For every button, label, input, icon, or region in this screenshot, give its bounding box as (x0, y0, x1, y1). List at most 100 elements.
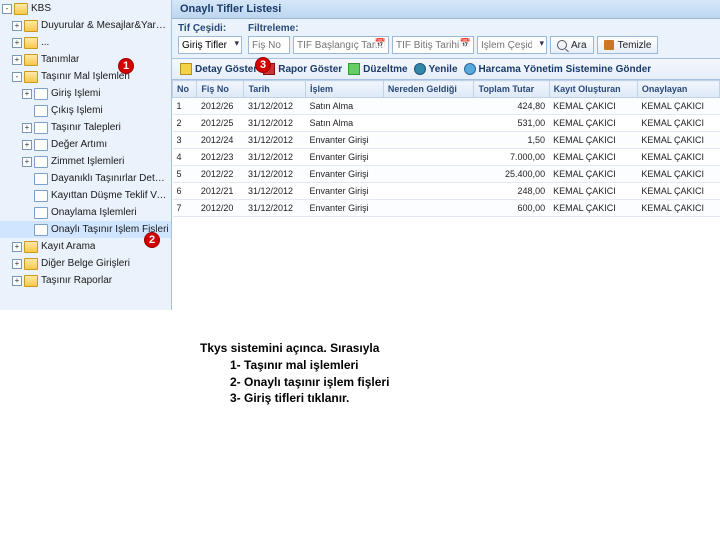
table-row[interactable]: 72012/2031/12/2012Envanter Girişi600,00K… (173, 200, 720, 217)
tree-node[interactable]: -KBS (0, 0, 171, 17)
table-row[interactable]: 52012/2231/12/2012Envanter Girişi25.400,… (173, 166, 720, 183)
table-row[interactable]: 22012/2531/12/2012Satın Alma531,00KEMAL … (173, 115, 720, 132)
tree-node[interactable]: +Değer Artımı (0, 136, 171, 153)
search-button-label: Ara (571, 40, 587, 51)
folder-icon (24, 54, 38, 66)
column-header[interactable]: Toplam Tutar (474, 81, 549, 98)
tree-node[interactable]: Çıkış İşlemi (0, 102, 171, 119)
table-row[interactable]: 32012/2431/12/2012Envanter Girişi1,50KEM… (173, 132, 720, 149)
detail-label: Detay Göster (195, 64, 257, 75)
refresh-button[interactable]: Yenile (414, 63, 458, 75)
edit-button[interactable]: Düzeltme (348, 63, 407, 75)
search-button[interactable]: Ara (550, 36, 594, 54)
expand-icon[interactable]: + (22, 123, 32, 133)
folder-icon (24, 37, 38, 49)
cell: 2012/22 (197, 166, 244, 183)
cell: KEMAL ÇAKICI (637, 98, 719, 115)
start-date-input[interactable] (293, 36, 389, 54)
cell (383, 132, 474, 149)
cell (383, 200, 474, 217)
clear-button[interactable]: Temizle (597, 36, 659, 54)
spacer (22, 225, 32, 235)
spacer (22, 174, 32, 184)
page-icon (34, 173, 48, 185)
folder-icon (24, 71, 38, 83)
tree-node[interactable]: +Duyurular & Mesajlar&Yardım (0, 17, 171, 34)
send-button[interactable]: Harcama Yönetim Sistemine Gönder (464, 63, 652, 75)
folder-icon (24, 241, 38, 253)
expand-icon[interactable]: + (12, 38, 22, 48)
tree-node[interactable]: Onaylama İşlemleri (0, 204, 171, 221)
report-button[interactable]: Rapor Göster (263, 63, 342, 75)
table-row[interactable]: 42012/2331/12/2012Envanter Girişi7.000,0… (173, 149, 720, 166)
column-header[interactable]: Onaylayan (637, 81, 719, 98)
page-icon (34, 88, 48, 100)
tree-node[interactable]: +... (0, 34, 171, 51)
tree-node[interactable]: -Taşınır Mal İşlemleri (0, 68, 171, 85)
tif-type-select[interactable] (178, 36, 242, 54)
tree-node[interactable]: + Tanımlar (0, 51, 171, 68)
column-header[interactable]: Tarih (244, 81, 306, 98)
tree-node-label: Diğer Belge Girişleri (41, 258, 130, 269)
edit-icon (348, 63, 360, 75)
expand-icon[interactable]: + (12, 259, 22, 269)
tree-node[interactable]: +Giriş İşlemi (0, 85, 171, 102)
tree-node[interactable]: +Taşınır Talepleri (0, 119, 171, 136)
cell: 31/12/2012 (244, 166, 306, 183)
cell: KEMAL ÇAKICI (637, 200, 719, 217)
instruction-line: 2- Onaylı taşınır işlem fişleri (230, 374, 720, 391)
instructions-text: Tkys sistemini açınca. Sırasıyla 1- Taşı… (200, 340, 720, 407)
tree-node[interactable]: +Taşınır Raporlar (0, 272, 171, 289)
cell: KEMAL ÇAKICI (637, 115, 719, 132)
tree-node[interactable]: Kayıttan Düşme Teklif Ve Onay Tutanağı (0, 187, 171, 204)
spacer (22, 106, 32, 116)
end-date-input[interactable] (392, 36, 474, 54)
fisno-input[interactable] (248, 36, 290, 54)
cell: 600,00 (474, 200, 549, 217)
edit-label: Düzeltme (363, 64, 407, 75)
panel-title: Onaylı Tifler Listesi (172, 0, 720, 19)
column-header[interactable]: Fiş No (197, 81, 244, 98)
cell: KEMAL ÇAKICI (549, 183, 637, 200)
cell: 31/12/2012 (244, 200, 306, 217)
table-row[interactable]: 12012/2631/12/2012Satın Alma424,80KEMAL … (173, 98, 720, 115)
tree-node[interactable]: Dayanıklı Taşınırlar Detay Bilgileri (0, 170, 171, 187)
cell: KEMAL ÇAKICI (637, 183, 719, 200)
expand-icon[interactable]: + (12, 55, 22, 65)
detail-icon (180, 63, 192, 75)
tree-node[interactable]: + Diğer Belge Girişleri (0, 255, 171, 272)
expand-icon[interactable]: + (12, 276, 22, 286)
collapse-icon[interactable]: - (12, 72, 22, 82)
expand-icon[interactable]: + (12, 21, 22, 31)
cell: 2 (173, 115, 197, 132)
column-header[interactable]: No (173, 81, 197, 98)
cell: 7.000,00 (474, 149, 549, 166)
collapse-icon[interactable]: - (2, 4, 12, 14)
sidebar-tree[interactable]: -KBS+Duyurular & Mesajlar&Yardım+...+Tan… (0, 0, 172, 310)
column-header[interactable]: Kayıt Oluşturan (549, 81, 637, 98)
islem-type-select[interactable] (477, 36, 547, 54)
column-header[interactable]: Nereden Geldiği (383, 81, 474, 98)
detail-button[interactable]: Detay Göster (180, 63, 257, 75)
callout-2: 2 (144, 232, 160, 248)
expand-icon[interactable]: + (22, 157, 32, 167)
brush-icon (604, 40, 614, 50)
cell: 248,00 (474, 183, 549, 200)
data-grid[interactable]: NoFiş NoTarihİşlemNereden GeldiğiToplam … (172, 80, 720, 310)
grid-header-row: NoFiş NoTarihİşlemNereden GeldiğiToplam … (173, 81, 720, 98)
cell: 424,80 (474, 98, 549, 115)
tree-node-label: Zimmet İşlemleri (51, 156, 124, 167)
tree-node-label: Tanımlar (41, 54, 79, 65)
expand-icon[interactable]: + (22, 140, 32, 150)
spacer (22, 208, 32, 218)
table-row[interactable]: 62012/2131/12/2012Envanter Girişi248,00K… (173, 183, 720, 200)
cell: 31/12/2012 (244, 149, 306, 166)
expand-icon[interactable]: + (22, 89, 32, 99)
tree-node[interactable]: + Zimmet İşlemleri (0, 153, 171, 170)
app-window: -KBS+Duyurular & Mesajlar&Yardım+...+Tan… (0, 0, 720, 310)
column-header[interactable]: İşlem (306, 81, 384, 98)
cell (383, 115, 474, 132)
cell: KEMAL ÇAKICI (549, 149, 637, 166)
expand-icon[interactable]: + (12, 242, 22, 252)
tree-node-label: ... (41, 37, 49, 48)
